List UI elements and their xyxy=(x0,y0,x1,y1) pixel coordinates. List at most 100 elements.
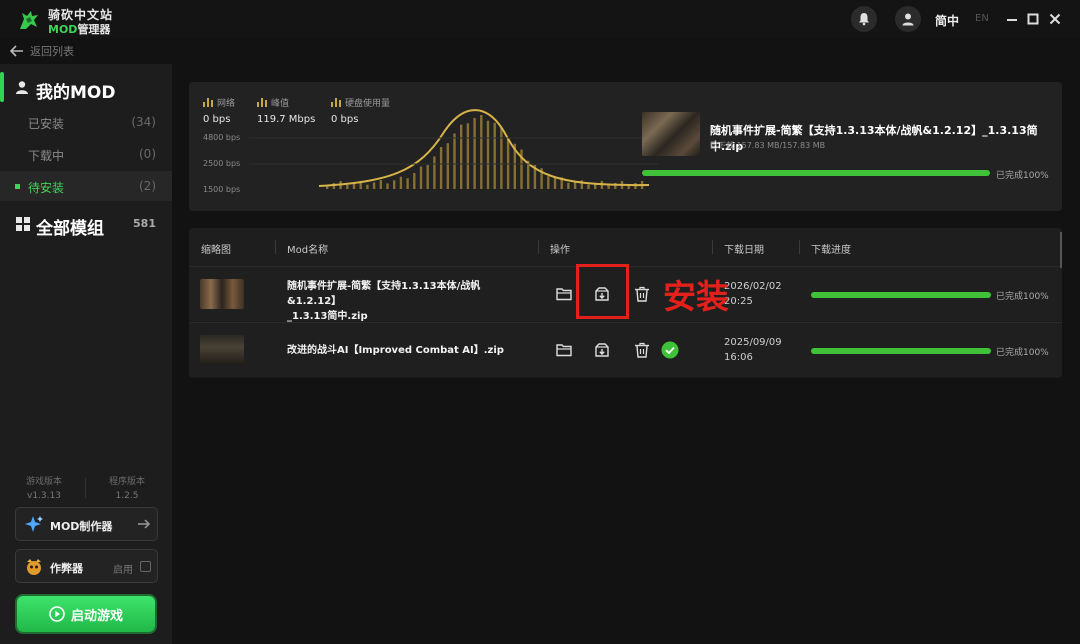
brand-subtitle: MOD管理器 xyxy=(48,23,111,36)
col-divider xyxy=(538,240,539,254)
speed-bar xyxy=(500,126,503,189)
speed-bar xyxy=(399,176,403,189)
speed-bar xyxy=(453,133,456,189)
arrow-left-icon xyxy=(10,45,23,57)
trainer-icon xyxy=(27,559,41,575)
speed-bar xyxy=(393,180,396,189)
nav-pending-install[interactable]: 待安装 (2) xyxy=(0,171,172,201)
speed-bar xyxy=(553,177,557,189)
download-date: 2026/02/02 20:25 xyxy=(724,281,782,307)
delete-icon[interactable] xyxy=(633,341,651,359)
nav-installed[interactable]: 已安装 (34) xyxy=(0,107,172,137)
nav-my-mod[interactable]: 我的MOD xyxy=(0,68,172,106)
col-download-date: 下载日期 xyxy=(724,245,764,256)
row-progress-bar xyxy=(811,348,991,354)
row-progress-fill xyxy=(811,348,991,354)
col-divider xyxy=(799,240,800,254)
row-done-label: 已完成100% xyxy=(996,348,1049,358)
col-mod-name: Mod名称 xyxy=(287,245,329,256)
col-actions: 操作 xyxy=(550,245,570,256)
speed-bar xyxy=(406,178,409,189)
play-circle-icon xyxy=(49,606,65,622)
speed-chart xyxy=(249,109,659,189)
active-indicator xyxy=(0,72,4,102)
user-avatar-button[interactable] xyxy=(895,6,921,32)
game-version: 游戏版本 v1.3.13 xyxy=(25,477,62,501)
maximize-button[interactable] xyxy=(1024,10,1042,28)
start-game-button[interactable]: 启动游戏 xyxy=(17,596,155,632)
download-date: 2025/09/09 16:06 xyxy=(724,337,782,363)
notification-button[interactable] xyxy=(851,6,877,32)
close-button[interactable] xyxy=(1046,10,1064,28)
speed-bar xyxy=(607,184,610,189)
close-icon xyxy=(1049,13,1061,25)
speed-bar xyxy=(486,120,490,189)
mod-thumbnail xyxy=(200,335,244,365)
nav-downloading[interactable]: 下载中 (0) xyxy=(0,139,172,169)
speed-bar xyxy=(573,181,577,189)
minimize-icon xyxy=(1007,19,1017,21)
table-row[interactable]: 改进的战斗AI【Improved Combat AI】.zip 2025/09/… xyxy=(189,322,1062,377)
active-dot xyxy=(15,184,20,189)
horse-logo-icon xyxy=(20,11,38,29)
speed-bar xyxy=(386,183,389,189)
speed-bar xyxy=(493,122,496,189)
delete-icon[interactable] xyxy=(633,285,651,303)
speed-bar xyxy=(439,147,443,189)
table-header: 缩略图 Mod名称 操作 下载日期 下载进度 xyxy=(189,228,1062,266)
speed-bar xyxy=(480,115,483,189)
title-bar: 骑砍中文站 MOD管理器 简中 EN xyxy=(0,0,1080,38)
speed-bar xyxy=(413,172,416,189)
lang-en-option[interactable]: EN xyxy=(975,13,989,24)
cheat-button[interactable]: 作弊器 启用 xyxy=(15,549,158,583)
col-divider xyxy=(712,240,713,254)
speed-bar xyxy=(466,123,470,189)
col-download-progress: 下载进度 xyxy=(811,245,851,256)
row-progress-bar xyxy=(811,292,991,298)
speed-bar xyxy=(587,184,590,189)
sidebar: 我的MOD 已安装 (34) 下载中 (0) 待安装 (2) 全部模组 581 … xyxy=(0,64,172,644)
sparkle-icon xyxy=(25,516,43,532)
speed-bar xyxy=(547,176,550,189)
lang-zh-option[interactable]: 简中 xyxy=(935,12,959,29)
speed-bar xyxy=(567,182,570,189)
speed-bar xyxy=(346,184,349,189)
col-divider xyxy=(275,240,276,254)
user-icon xyxy=(902,13,914,26)
minimize-button[interactable] xyxy=(1003,10,1021,28)
speed-bar xyxy=(446,143,449,189)
speed-bar xyxy=(419,166,423,189)
installed-check-icon xyxy=(661,341,679,359)
mod-thumbnail xyxy=(200,279,244,309)
speed-bars xyxy=(326,115,644,189)
speed-bar xyxy=(460,124,463,189)
nav-all-mods[interactable]: 全部模组 581 xyxy=(0,206,172,240)
download-panel: 网络 0 bps 峰值 119.7 Mbps 硬盘使用量 0 bps 4800 … xyxy=(189,82,1062,211)
version-divider xyxy=(85,478,86,498)
mod-name: 随机事件扩展-简繁【支持1.3.13本体/战帆&1.2.12】 _1.3.13简中… xyxy=(287,281,481,322)
col-thumbnail: 缩略图 xyxy=(201,245,231,256)
mod-maker-button[interactable]: MOD制作器 xyxy=(15,507,158,541)
table-scrollbar[interactable] xyxy=(1060,232,1062,268)
row-progress-fill xyxy=(811,292,991,298)
install-annotation: 安装 xyxy=(663,277,729,316)
speed-bar xyxy=(426,165,429,189)
download-done-label: 已完成100% xyxy=(996,171,1049,181)
back-to-list-link[interactable]: 返回列表 xyxy=(10,42,74,60)
install-highlight-box xyxy=(576,264,629,319)
open-folder-icon[interactable] xyxy=(555,341,573,359)
speed-bar xyxy=(366,184,369,189)
speed-bar xyxy=(433,156,436,189)
bell-icon xyxy=(859,13,869,26)
speed-bar xyxy=(379,180,382,189)
download-size: 已下载 157.83 MB/157.83 MB xyxy=(710,141,826,150)
app-version: 程序版本 1.2.5 xyxy=(108,477,145,501)
cheat-enable-checkbox[interactable] xyxy=(140,561,151,572)
install-icon[interactable] xyxy=(593,341,611,359)
download-progress-bar xyxy=(642,170,990,176)
open-folder-icon[interactable] xyxy=(555,285,573,303)
speed-bar xyxy=(473,117,476,189)
maximize-icon xyxy=(1027,13,1039,25)
arrow-right-icon xyxy=(138,519,151,529)
row-done-label: 已完成100% xyxy=(996,292,1049,302)
